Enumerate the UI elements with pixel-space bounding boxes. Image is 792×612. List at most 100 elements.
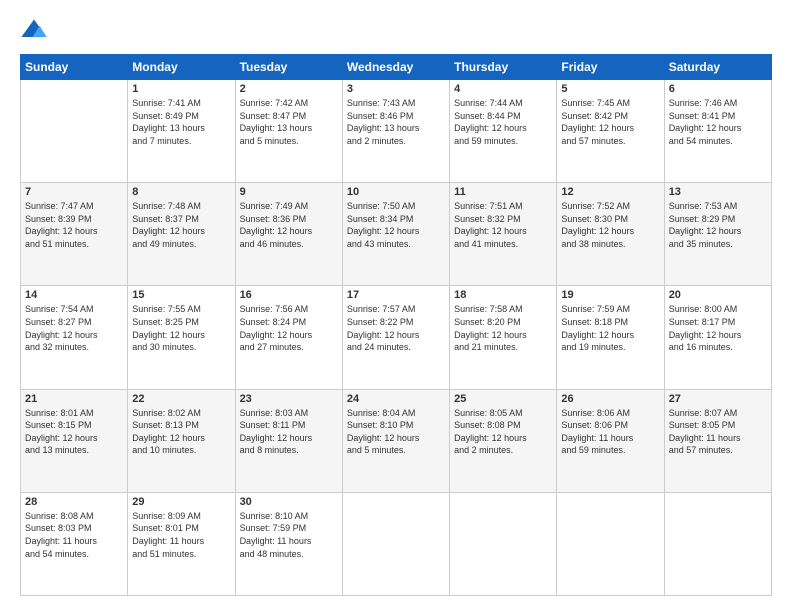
day-number: 29 (132, 496, 230, 508)
calendar-cell: 13 Sunrise: 7:53 AM Sunset: 8:29 PM Dayli… (664, 183, 771, 286)
day-number: 9 (240, 186, 338, 198)
calendar-cell: 29 Sunrise: 8:09 AM Sunset: 8:01 PM Dayli… (128, 492, 235, 595)
day-number: 5 (561, 83, 659, 95)
day-info: Sunrise: 7:53 AM Sunset: 8:29 PM Dayligh… (669, 200, 767, 250)
calendar-cell: 19Sunrise: 7:59 AM Sunset: 8:18 PM Dayli… (557, 286, 664, 389)
day-number: 22 (132, 393, 230, 405)
calendar-cell (557, 492, 664, 595)
day-info: Sunrise: 8:09 AM Sunset: 8:01 PM Dayligh… (132, 510, 230, 560)
calendar-cell: 28 Sunrise: 8:08 AM Sunset: 8:03 PM Dayli… (21, 492, 128, 595)
day-number: 4 (454, 83, 552, 95)
calendar-cell: 14 Sunrise: 7:54 AM Sunset: 8:27 PM Dayli… (21, 286, 128, 389)
day-number: 1 (132, 83, 230, 95)
day-info: Sunrise: 8:01 AM Sunset: 8:15 PM Dayligh… (25, 407, 123, 457)
calendar-cell (21, 80, 128, 183)
day-info: Sunrise: 7:41 AM Sunset: 8:49 PM Dayligh… (132, 97, 230, 147)
calendar-cell: 25Sunrise: 8:05 AM Sunset: 8:08 PM Dayli… (450, 389, 557, 492)
calendar-table: SundayMondayTuesdayWednesdayThursdayFrid… (20, 54, 772, 596)
calendar-cell: 30 Sunrise: 8:10 AM Sunset: 7:59 PM Dayli… (235, 492, 342, 595)
day-number: 6 (669, 83, 767, 95)
weekday-header: Monday (128, 55, 235, 80)
day-number: 2 (240, 83, 338, 95)
calendar-cell: 27Sunrise: 8:07 AM Sunset: 8:05 PM Dayli… (664, 389, 771, 492)
calendar-cell: 11 Sunrise: 7:51 AM Sunset: 8:32 PM Dayli… (450, 183, 557, 286)
day-info: Sunrise: 7:45 AM Sunset: 8:42 PM Dayligh… (561, 97, 659, 147)
calendar-cell: 10 Sunrise: 7:50 AM Sunset: 8:34 PM Dayli… (342, 183, 449, 286)
calendar-header-row: SundayMondayTuesdayWednesdayThursdayFrid… (21, 55, 772, 80)
calendar-cell: 20 Sunrise: 8:00 AM Sunset: 8:17 PM Dayli… (664, 286, 771, 389)
day-number: 14 (25, 289, 123, 301)
day-number: 13 (669, 186, 767, 198)
calendar-cell: 1 Sunrise: 7:41 AM Sunset: 8:49 PM Daylig… (128, 80, 235, 183)
day-info: Sunrise: 8:08 AM Sunset: 8:03 PM Dayligh… (25, 510, 123, 560)
logo (20, 16, 54, 44)
calendar-cell (342, 492, 449, 595)
day-number: 16 (240, 289, 338, 301)
weekday-header: Saturday (664, 55, 771, 80)
day-info: Sunrise: 8:00 AM Sunset: 8:17 PM Dayligh… (669, 303, 767, 353)
calendar-cell (664, 492, 771, 595)
calendar-cell: 24 Sunrise: 8:04 AM Sunset: 8:10 PM Dayli… (342, 389, 449, 492)
day-number: 15 (132, 289, 230, 301)
day-info: Sunrise: 7:46 AM Sunset: 8:41 PM Dayligh… (669, 97, 767, 147)
day-info: Sunrise: 8:06 AM Sunset: 8:06 PM Dayligh… (561, 407, 659, 457)
day-number: 12 (561, 186, 659, 198)
calendar-cell: 8Sunrise: 7:48 AM Sunset: 8:37 PM Daylig… (128, 183, 235, 286)
day-number: 7 (25, 186, 123, 198)
day-number: 23 (240, 393, 338, 405)
day-info: Sunrise: 8:05 AM Sunset: 8:08 PM Dayligh… (454, 407, 552, 457)
day-number: 3 (347, 83, 445, 95)
calendar-cell: 16Sunrise: 7:56 AM Sunset: 8:24 PM Dayli… (235, 286, 342, 389)
day-number: 30 (240, 496, 338, 508)
calendar-cell: 3 Sunrise: 7:43 AM Sunset: 8:46 PM Daylig… (342, 80, 449, 183)
weekday-header: Friday (557, 55, 664, 80)
day-number: 26 (561, 393, 659, 405)
calendar-week-row: 28 Sunrise: 8:08 AM Sunset: 8:03 PM Dayli… (21, 492, 772, 595)
day-number: 18 (454, 289, 552, 301)
calendar-week-row: 7Sunrise: 7:47 AM Sunset: 8:39 PM Daylig… (21, 183, 772, 286)
day-info: Sunrise: 7:57 AM Sunset: 8:22 PM Dayligh… (347, 303, 445, 353)
day-info: Sunrise: 7:43 AM Sunset: 8:46 PM Dayligh… (347, 97, 445, 147)
weekday-header: Tuesday (235, 55, 342, 80)
day-number: 20 (669, 289, 767, 301)
calendar-cell: 18 Sunrise: 7:58 AM Sunset: 8:20 PM Dayli… (450, 286, 557, 389)
day-number: 10 (347, 186, 445, 198)
calendar-cell: 26 Sunrise: 8:06 AM Sunset: 8:06 PM Dayli… (557, 389, 664, 492)
day-number: 28 (25, 496, 123, 508)
calendar-cell: 17 Sunrise: 7:57 AM Sunset: 8:22 PM Dayli… (342, 286, 449, 389)
calendar-cell: 7Sunrise: 7:47 AM Sunset: 8:39 PM Daylig… (21, 183, 128, 286)
header (20, 16, 772, 44)
calendar-cell: 9 Sunrise: 7:49 AM Sunset: 8:36 PM Daylig… (235, 183, 342, 286)
day-info: Sunrise: 7:51 AM Sunset: 8:32 PM Dayligh… (454, 200, 552, 250)
calendar-cell: 2Sunrise: 7:42 AM Sunset: 8:47 PM Daylig… (235, 80, 342, 183)
day-number: 8 (132, 186, 230, 198)
day-info: Sunrise: 7:44 AM Sunset: 8:44 PM Dayligh… (454, 97, 552, 147)
day-info: Sunrise: 8:10 AM Sunset: 7:59 PM Dayligh… (240, 510, 338, 560)
day-info: Sunrise: 7:54 AM Sunset: 8:27 PM Dayligh… (25, 303, 123, 353)
day-info: Sunrise: 8:03 AM Sunset: 8:11 PM Dayligh… (240, 407, 338, 457)
day-info: Sunrise: 8:04 AM Sunset: 8:10 PM Dayligh… (347, 407, 445, 457)
logo-icon (20, 16, 48, 44)
day-info: Sunrise: 7:58 AM Sunset: 8:20 PM Dayligh… (454, 303, 552, 353)
day-number: 24 (347, 393, 445, 405)
calendar-cell (450, 492, 557, 595)
calendar-cell: 21 Sunrise: 8:01 AM Sunset: 8:15 PM Dayli… (21, 389, 128, 492)
day-info: Sunrise: 8:02 AM Sunset: 8:13 PM Dayligh… (132, 407, 230, 457)
calendar-week-row: 1 Sunrise: 7:41 AM Sunset: 8:49 PM Daylig… (21, 80, 772, 183)
calendar-cell: 12Sunrise: 7:52 AM Sunset: 8:30 PM Dayli… (557, 183, 664, 286)
calendar-cell: 15Sunrise: 7:55 AM Sunset: 8:25 PM Dayli… (128, 286, 235, 389)
page: SundayMondayTuesdayWednesdayThursdayFrid… (0, 0, 792, 612)
day-number: 21 (25, 393, 123, 405)
calendar-week-row: 21 Sunrise: 8:01 AM Sunset: 8:15 PM Dayli… (21, 389, 772, 492)
day-info: Sunrise: 7:49 AM Sunset: 8:36 PM Dayligh… (240, 200, 338, 250)
day-number: 27 (669, 393, 767, 405)
calendar-cell: 5 Sunrise: 7:45 AM Sunset: 8:42 PM Daylig… (557, 80, 664, 183)
calendar-week-row: 14 Sunrise: 7:54 AM Sunset: 8:27 PM Dayli… (21, 286, 772, 389)
calendar-cell: 6 Sunrise: 7:46 AM Sunset: 8:41 PM Daylig… (664, 80, 771, 183)
weekday-header: Sunday (21, 55, 128, 80)
day-info: Sunrise: 7:50 AM Sunset: 8:34 PM Dayligh… (347, 200, 445, 250)
calendar-cell: 22 Sunrise: 8:02 AM Sunset: 8:13 PM Dayli… (128, 389, 235, 492)
weekday-header: Wednesday (342, 55, 449, 80)
day-number: 17 (347, 289, 445, 301)
day-number: 11 (454, 186, 552, 198)
